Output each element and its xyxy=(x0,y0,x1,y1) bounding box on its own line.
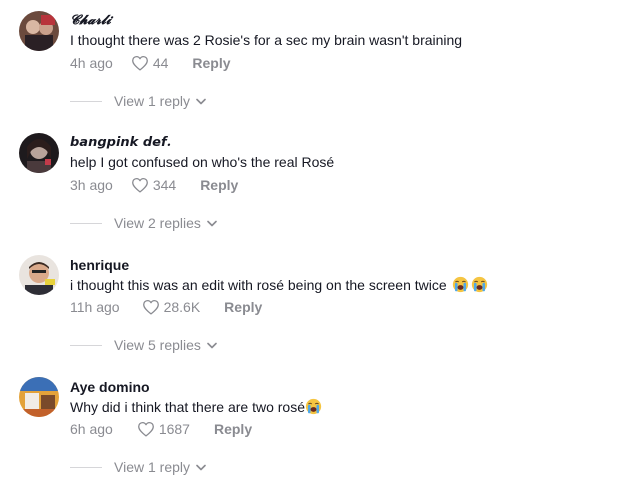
heart-outline-icon xyxy=(131,55,148,71)
like-count: 44 xyxy=(152,55,169,71)
reply-button[interactable]: Reply xyxy=(224,299,262,315)
comment-username[interactable]: henrique xyxy=(70,257,129,273)
view-replies-button[interactable]: View 2 replies xyxy=(70,213,217,233)
heart-outline-icon xyxy=(131,177,148,193)
view-replies-label: View 1 reply xyxy=(114,459,191,475)
avatar[interactable] xyxy=(19,255,59,295)
comment-meta: 3h ago 344 Reply xyxy=(70,175,238,195)
comment-body: Why did i think that there are two rosé xyxy=(70,398,305,415)
view-replies-button[interactable]: View 1 reply xyxy=(70,457,206,477)
comment-username[interactable]: Aye domino xyxy=(70,379,150,395)
comment-item: henrique i thought this was an edit with… xyxy=(0,255,640,377)
like-button[interactable]: 28.6K xyxy=(142,299,201,315)
avatar[interactable] xyxy=(19,11,59,51)
reply-button[interactable]: Reply xyxy=(214,421,252,437)
comment-time: 6h ago xyxy=(70,421,113,437)
heart-outline-icon xyxy=(142,299,159,315)
chevron-down-icon xyxy=(196,464,206,471)
like-count: 344 xyxy=(152,177,177,193)
comment-item: 𝙗𝙖𝙣𝙜𝙥𝙞𝙣𝙠 𝙙𝙚𝙛. help I got confused on who… xyxy=(0,133,640,255)
like-count: 28.6K xyxy=(163,299,201,315)
comment-body: help I got confused on who's the real Ro… xyxy=(70,154,335,170)
view-replies-button[interactable]: View 1 reply xyxy=(70,91,206,111)
avatar[interactable] xyxy=(19,133,59,173)
view-replies-label: View 1 reply xyxy=(114,93,191,109)
comment-item: 𝓒𝓱𝓪𝓻𝓵𝓲 I thought there was 2 Rosie's for… xyxy=(0,11,640,133)
chevron-down-icon xyxy=(196,98,206,105)
view-replies-label: View 5 replies xyxy=(114,337,201,353)
comment-username[interactable]: 𝓒𝓱𝓪𝓻𝓵𝓲 xyxy=(70,13,111,28)
comment-time: 4h ago xyxy=(70,55,113,71)
comment-username[interactable]: 𝙗𝙖𝙣𝙜𝙥𝙞𝙣𝙠 𝙙𝙚𝙛. xyxy=(70,135,171,150)
loudly-crying-face-icon xyxy=(305,398,322,415)
comment-body: i thought this was an edit with rosé bei… xyxy=(70,276,447,293)
divider-line xyxy=(70,344,102,346)
like-button[interactable]: 44 xyxy=(131,55,169,71)
comment-meta: 6h ago 1687 Reply xyxy=(70,419,252,439)
avatar[interactable] xyxy=(19,377,59,417)
comment-text: Why did i think that there are two rosé xyxy=(70,398,322,415)
divider-line xyxy=(70,466,102,468)
comment-time: 11h ago xyxy=(70,299,120,315)
chevron-down-icon xyxy=(207,220,217,227)
comment-time: 3h ago xyxy=(70,177,113,193)
comment-meta: 11h ago 28.6K Reply xyxy=(70,297,262,317)
reply-button[interactable]: Reply xyxy=(200,177,238,193)
comment-text: help I got confused on who's the real Ro… xyxy=(70,154,334,170)
comment-text: i thought this was an edit with rosé bei… xyxy=(70,276,488,293)
chevron-down-icon xyxy=(207,342,217,349)
heart-outline-icon xyxy=(137,421,154,437)
like-count: 1687 xyxy=(158,421,190,437)
view-replies-button[interactable]: View 5 replies xyxy=(70,335,217,355)
like-button[interactable]: 344 xyxy=(131,177,176,193)
comment-meta: 4h ago 44 Reply xyxy=(70,53,231,73)
divider-line xyxy=(70,100,102,102)
reply-button[interactable]: Reply xyxy=(192,55,230,71)
loudly-crying-face-icon xyxy=(471,276,488,293)
view-replies-label: View 2 replies xyxy=(114,215,201,231)
comment-body: I thought there was 2 Rosie's for a sec … xyxy=(70,32,463,48)
comment-text: I thought there was 2 Rosie's for a sec … xyxy=(70,32,462,48)
loudly-crying-face-icon xyxy=(452,276,469,293)
like-button[interactable]: 1687 xyxy=(137,421,190,437)
divider-line xyxy=(70,222,102,224)
comment-item: Aye domino Why did i think that there ar… xyxy=(0,377,640,487)
